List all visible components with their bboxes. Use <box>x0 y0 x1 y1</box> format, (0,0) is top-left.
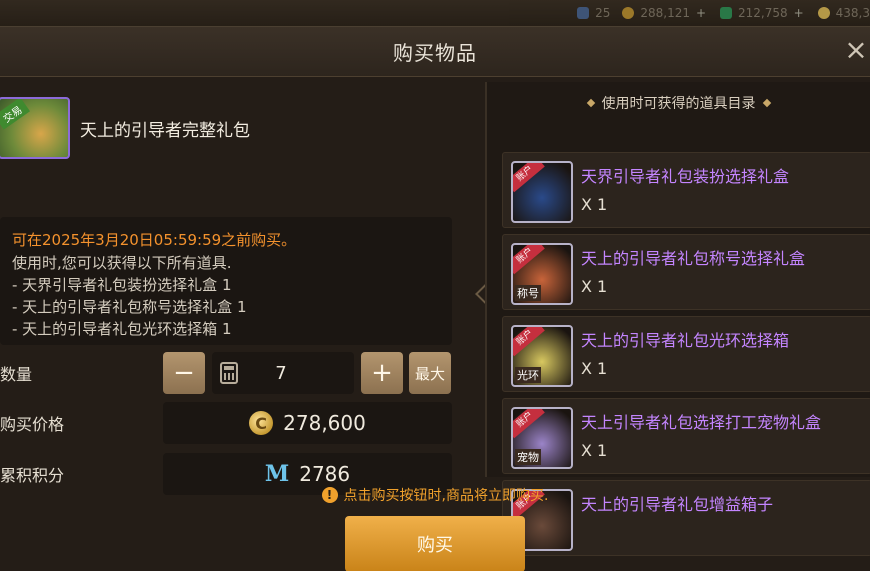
purchase-deadline: 可在2025年3月20日05:59:59之前购买。 <box>12 231 297 249</box>
dialog-header: 购买物品 × <box>0 27 870 77</box>
reward-list-title: 使用时可获得的道具目录 <box>487 82 870 124</box>
quantity-input[interactable]: 7 <box>212 352 354 394</box>
trade-tag: 交易 <box>0 99 30 130</box>
gold-coin-icon <box>622 7 635 19</box>
quantity-value: 7 <box>275 362 287 384</box>
gem-value: 212,758 <box>738 6 788 20</box>
mileage-icon: M <box>264 461 290 487</box>
gem-icon <box>720 7 733 19</box>
level-indicator: 25 <box>577 6 610 20</box>
item-detail-panel: 交易 天上的引导者完整礼包 可在2025年3月20日05:59:59之前购买。 … <box>0 82 485 495</box>
item-description[interactable]: 可在2025年3月20日05:59:59之前购买。 使用时,您可以获得以下所有道… <box>0 217 452 345</box>
reward-item[interactable]: 账户 宠物 天上引导者礼包选择打工宠物礼盒 X 1 <box>502 398 870 474</box>
gold-value: 288,121 <box>640 6 691 20</box>
close-icon[interactable]: × <box>842 36 870 66</box>
crystal-value: 438,3 <box>835 6 870 20</box>
quantity-label: 数量 <box>0 365 33 384</box>
max-quantity-button[interactable]: 最大 <box>409 352 451 394</box>
price-value: 278,600 <box>283 411 366 435</box>
points-value: 2786 <box>299 462 351 486</box>
reward-item[interactable]: 账户 称号 天上的引导者礼包称号选择礼盒 X 1 <box>502 234 870 310</box>
level-value: 25 <box>595 6 611 20</box>
currency-bar: 25 288,121 + 212,758 + 438,3 <box>0 0 870 26</box>
reward-item-count: X 1 <box>581 277 608 296</box>
item-header: 交易 天上的引导者完整礼包 <box>0 97 470 159</box>
item-name: 天上的引导者完整礼包 <box>80 120 250 141</box>
reward-item-icon[interactable]: 账户 宠物 <box>511 407 573 469</box>
account-bound-badge: 账户 <box>513 163 545 193</box>
calculator-icon[interactable] <box>220 362 238 384</box>
gem-indicator: 212,758 + <box>720 6 806 20</box>
price-label: 购买价格 <box>0 415 65 434</box>
purchase-notice: ! 点击购买按钮时,商品将立即购买. <box>0 485 870 505</box>
gold-coin-icon: C <box>249 411 274 435</box>
account-bound-badge: 账户 <box>513 327 545 357</box>
reward-type-label: 称号 <box>515 285 541 301</box>
description-line: - 天上的引导者礼包称号选择礼盒 1 <box>12 298 247 316</box>
reward-list-title-text: 使用时可获得的道具目录 <box>601 96 756 112</box>
reward-item-name: 天上引导者礼包选择打工宠物礼盒 <box>581 413 822 432</box>
reward-list-panel[interactable]: 使用时可获得的道具目录 账户 天界引导者礼包装扮选择礼盒 X 1 账户 称号 天上的引导者… <box>485 82 870 556</box>
gold-indicator: 288,121 + <box>622 6 708 20</box>
price-box: C 278,600 <box>163 402 452 444</box>
reward-item-name: 天界引导者礼包装扮选择礼盒 <box>581 167 790 186</box>
reward-type-label: 光环 <box>515 367 541 383</box>
points-label: 累积积分 <box>0 466 65 485</box>
reward-item[interactable]: 账户 光环 天上的引导者礼包光环选择箱 X 1 <box>502 316 870 392</box>
account-bound-badge: 账户 <box>513 245 545 275</box>
level-icon <box>577 7 590 19</box>
add-gold-button[interactable]: + <box>696 7 708 19</box>
reward-item[interactable]: 账户 天界引导者礼包装扮选择礼盒 X 1 <box>502 152 870 228</box>
quantity-row: 数量 − 7 + 最大 <box>0 352 452 394</box>
reward-item-name: 天上的引导者礼包称号选择礼盒 <box>581 249 806 268</box>
account-bound-badge: 账户 <box>513 409 545 439</box>
reward-item-count: X 1 <box>581 359 608 378</box>
description-line: - 天界引导者礼包装扮选择礼盒 1 <box>12 276 232 294</box>
price-row: 购买价格 C 278,600 <box>0 402 452 444</box>
package-icon: 交易 <box>0 97 70 159</box>
decrease-quantity-button[interactable]: − <box>163 352 205 394</box>
purchase-dialog: 购买物品 × 交易 天上的引导者完整礼包 可在2025年3月20日05:59:5… <box>0 26 870 571</box>
notice-text: 点击购买按钮时,商品将立即购买. <box>343 488 549 504</box>
reward-item-icon[interactable]: 账户 <box>511 161 573 223</box>
add-gem-button[interactable]: + <box>794 7 806 19</box>
reward-type-label: 宠物 <box>515 449 541 465</box>
crystal-indicator: 438,3 <box>817 6 870 20</box>
diamond-icon <box>586 98 595 108</box>
increase-quantity-button[interactable]: + <box>361 352 403 394</box>
reward-item-count: X 1 <box>581 195 608 214</box>
description-intro: 使用时,您可以获得以下所有道具. <box>12 254 232 272</box>
reward-item-count: X 1 <box>581 441 608 460</box>
crystal-icon <box>817 7 830 19</box>
reward-item-name: 天上的引导者礼包光环选择箱 <box>581 331 790 350</box>
reward-item-icon[interactable]: 账户 光环 <box>511 325 573 387</box>
description-line: - 天上的引导者礼包光环选择箱 1 <box>12 320 232 338</box>
warning-icon: ! <box>321 487 338 503</box>
dialog-title: 购买物品 <box>393 41 477 65</box>
diamond-icon <box>762 98 771 108</box>
buy-button[interactable]: 购买 <box>345 516 525 571</box>
reward-item-icon[interactable]: 账户 称号 <box>511 243 573 305</box>
